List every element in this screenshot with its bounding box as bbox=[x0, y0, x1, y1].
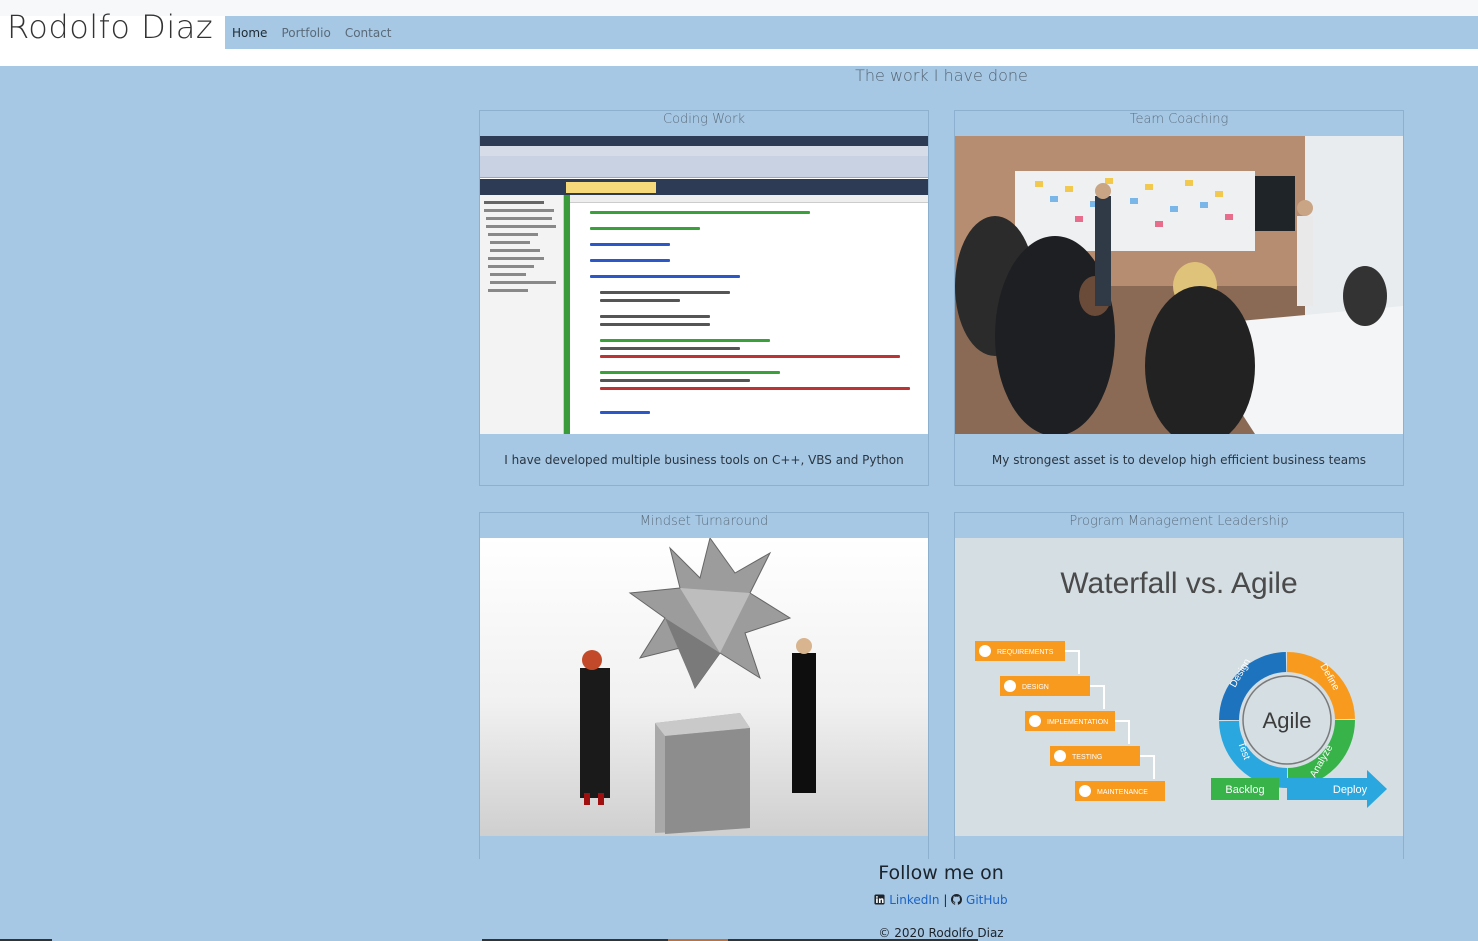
mindset-image bbox=[480, 538, 928, 836]
card-title: Program Management Leadership bbox=[1069, 514, 1289, 529]
main-navbar: Home Portfolio Contact bbox=[225, 16, 1478, 49]
header-top-strip bbox=[0, 0, 1478, 16]
agile-backlog-label: Backlog bbox=[1225, 784, 1264, 796]
footer-copyright: © 2020 Rodolfo Diaz bbox=[878, 926, 1004, 940]
nav-portfolio[interactable]: Portfolio bbox=[281, 26, 330, 40]
site-header: Rodolfo Diaz Home Portfolio Contact bbox=[0, 0, 1478, 66]
section-title: The work I have done bbox=[855, 66, 1028, 85]
team-coaching-image bbox=[955, 136, 1403, 434]
card-mindset-turnaround: Mindset Turnaround bbox=[479, 512, 929, 888]
github-icon bbox=[951, 894, 963, 905]
mindset-illustration bbox=[480, 538, 928, 836]
waterfall-agile-image: Waterfall vs. Agile REQUIREMENTS DESIGN … bbox=[955, 538, 1403, 836]
wf-step-maintenance: MAINTENANCE bbox=[1097, 789, 1148, 796]
agile-deploy-label: Deploy bbox=[1333, 784, 1368, 796]
card-description: I have developed multiple business tools… bbox=[504, 453, 904, 467]
card-coding-work: Coding Work I have developed multiple bu… bbox=[479, 110, 929, 486]
agile-center-label: Agile bbox=[1263, 708, 1312, 733]
card-title: Mindset Turnaround bbox=[639, 514, 769, 529]
footer-social-links: LinkedIn | GitHub bbox=[0, 893, 1478, 907]
wf-step-design: DESIGN bbox=[1022, 684, 1049, 691]
nav-home[interactable]: Home bbox=[232, 26, 267, 40]
card-title: Coding Work bbox=[663, 112, 745, 127]
waterfall-agile-diagram: Waterfall vs. Agile REQUIREMENTS DESIGN … bbox=[975, 567, 1387, 808]
wf-step-implementation: IMPLEMENTATION bbox=[1047, 719, 1108, 726]
card-team-coaching: Team Coaching My strongest asset is to d… bbox=[954, 110, 1404, 486]
team-photo-illustration bbox=[955, 136, 1403, 434]
wf-heading: Waterfall vs. Agile bbox=[1060, 567, 1297, 600]
card-program-management: Program Management Leadership Waterfall … bbox=[954, 512, 1404, 888]
footer-separator: | bbox=[943, 893, 948, 907]
linkedin-link[interactable]: LinkedIn bbox=[889, 893, 939, 907]
wf-step-testing: TESTING bbox=[1072, 754, 1102, 761]
card-description: My strongest asset is to develop high ef… bbox=[991, 453, 1367, 467]
coding-screenshot-image bbox=[480, 136, 928, 434]
card-title: Team Coaching bbox=[1129, 112, 1229, 127]
github-link[interactable]: GitHub bbox=[966, 893, 1008, 907]
linkedin-icon bbox=[874, 894, 885, 905]
nav-contact[interactable]: Contact bbox=[345, 26, 392, 40]
wf-step-requirements: REQUIREMENTS bbox=[997, 649, 1054, 656]
footer-follow-heading: Follow me on bbox=[878, 862, 1004, 884]
site-brand[interactable]: Rodolfo Diaz bbox=[7, 8, 213, 46]
